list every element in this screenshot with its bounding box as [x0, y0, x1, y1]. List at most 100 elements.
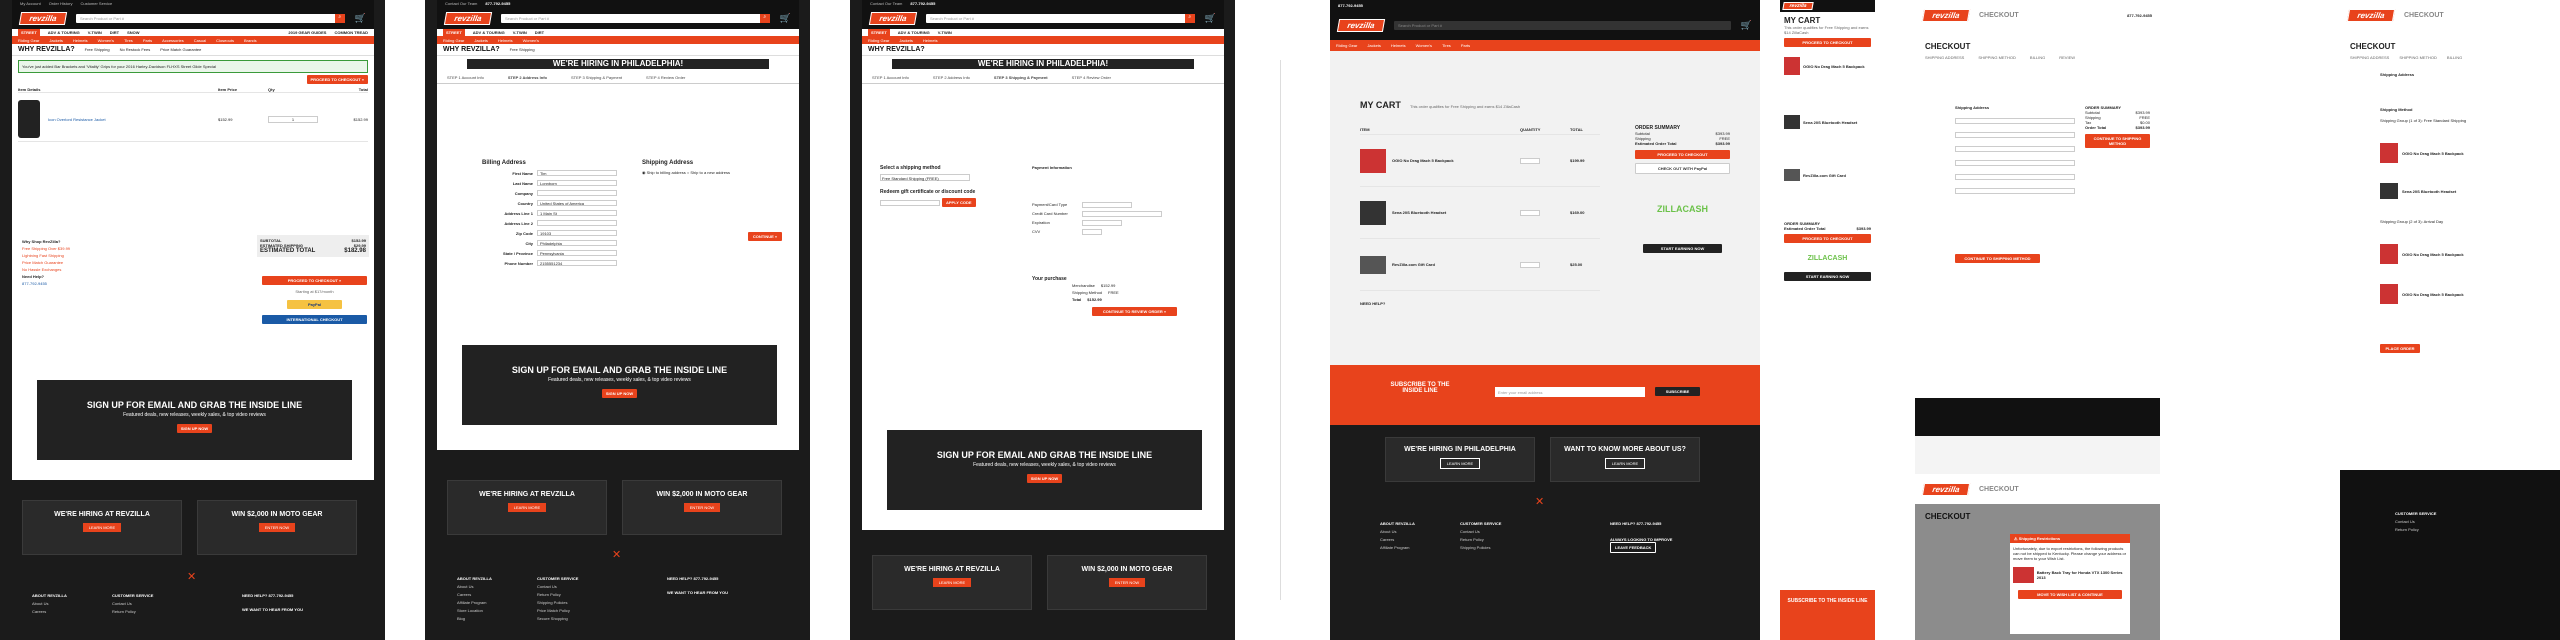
headset-image[interactable]: [1784, 115, 1800, 129]
search-input[interactable]: Search Product or Part #: [1394, 20, 1731, 30]
nav-dirt[interactable]: DIRT: [110, 30, 119, 35]
cat-parts[interactable]: Parts: [1461, 43, 1470, 48]
cat-tires[interactable]: Tires: [124, 38, 133, 43]
continue-shipping-method-button[interactable]: CONTINUE TO SHIPPING METHOD: [1955, 254, 2040, 263]
header-phone[interactable]: 877-792-9455: [2127, 13, 2152, 18]
field-input[interactable]: Philadelphia: [537, 240, 617, 246]
cat-jackets[interactable]: Jackets: [474, 38, 488, 43]
nav-vtwin[interactable]: V-TWIN: [938, 30, 952, 35]
footer-link[interactable]: Return Policy: [112, 608, 153, 616]
footer-link[interactable]: Affiliate Program: [1380, 544, 1415, 552]
footer-phone[interactable]: 877-792-9455: [693, 576, 718, 581]
field-input[interactable]: Pennsylvania: [537, 250, 617, 256]
cart-icon[interactable]: 🛒: [1205, 13, 1216, 24]
customer-service-link[interactable]: Customer Service: [80, 1, 112, 6]
field-input[interactable]: 2155551234: [537, 260, 617, 266]
subscribe-input[interactable]: Enter your email address: [1495, 387, 1645, 397]
form-input[interactable]: [1955, 174, 2075, 180]
footer-link[interactable]: About Us: [1380, 528, 1415, 536]
footer-link[interactable]: Contact Us: [1460, 528, 1501, 536]
field-input[interactable]: Tim: [537, 170, 617, 176]
cat-riding-gear[interactable]: Riding Gear: [18, 38, 39, 43]
nav-adv[interactable]: ADV & TOURING: [48, 30, 80, 35]
learn-more-button[interactable]: LEARN MORE: [1604, 458, 1646, 469]
help-phone[interactable]: 877-792-9455: [22, 280, 70, 287]
nav-adv[interactable]: ADV & TOURING: [473, 30, 505, 35]
backpack-image[interactable]: [1360, 148, 1386, 173]
cat-womens[interactable]: Women's: [1416, 43, 1432, 48]
qty-input[interactable]: [1520, 209, 1540, 216]
ship-new-radio[interactable]: Ship to a new address: [690, 170, 730, 175]
proceed-checkout-button[interactable]: PROCEED TO CHECKOUT: [1635, 150, 1730, 159]
learn-more-button[interactable]: LEARN MORE: [82, 523, 122, 532]
form-input[interactable]: [1955, 118, 2075, 124]
nav-adv[interactable]: ADV & TOURING: [898, 30, 930, 35]
cat-riding-gear[interactable]: Riding Gear: [443, 38, 464, 43]
nav-vtwin[interactable]: V-TWIN: [513, 30, 527, 35]
field-input[interactable]: [537, 190, 617, 196]
gift-card-image[interactable]: [1784, 169, 1800, 181]
item-name[interactable]: OGIO No Drag Mach 5 Backpack: [1803, 64, 1865, 69]
nav-common-tread[interactable]: COMMON TREAD: [334, 30, 368, 35]
revzilla-logo[interactable]: revzilla: [1921, 8, 1971, 22]
cat-helmets[interactable]: Helmets: [498, 38, 513, 43]
enter-now-button[interactable]: ENTER NOW: [683, 503, 721, 512]
learn-more-button[interactable]: LEARN MORE: [1439, 458, 1481, 469]
nav-street[interactable]: STREET: [443, 29, 465, 36]
jacket-image[interactable]: [18, 100, 40, 138]
footer-link[interactable]: Store Location: [457, 607, 492, 615]
revzilla-logo[interactable]: revzilla: [2346, 8, 2396, 22]
nav-street[interactable]: STREET: [18, 29, 40, 36]
expiration-input[interactable]: [1082, 219, 1122, 226]
footer-link[interactable]: Return Policy: [1460, 536, 1501, 544]
learn-more-button[interactable]: LEARN MORE: [932, 578, 972, 587]
footer-link[interactable]: Return Policy: [537, 591, 578, 599]
form-input[interactable]: [1955, 146, 2075, 152]
cat-brands[interactable]: Brands: [244, 38, 257, 43]
form-input[interactable]: [1955, 160, 2075, 166]
footer-link[interactable]: Careers: [457, 591, 492, 599]
footer-link[interactable]: About Us: [32, 600, 67, 608]
item-name[interactable]: RevZilla.com Gift Card: [1803, 173, 1846, 178]
footer-link[interactable]: Careers: [32, 608, 67, 616]
continue-shipping-method-button-side[interactable]: CONTINUE TO SHIPPING METHOD: [2085, 134, 2150, 148]
signup-button[interactable]: SIGN UP NOW: [601, 389, 638, 398]
field-input[interactable]: [537, 220, 617, 226]
cart-icon[interactable]: 🛒: [355, 13, 366, 24]
cat-parts[interactable]: Parts: [143, 38, 152, 43]
signup-button[interactable]: SIGN UP NOW: [176, 424, 213, 433]
footer-link[interactable]: Contact Us: [2395, 518, 2436, 526]
ship-method-select[interactable]: Free Standard Shipping (FREE): [880, 174, 970, 181]
footer-link[interactable]: Contact Us: [112, 600, 153, 608]
contact-link[interactable]: Contact Our Team: [445, 1, 477, 6]
cart-icon[interactable]: 🛒: [780, 13, 791, 24]
form-input[interactable]: [1955, 188, 2075, 194]
nav-vtwin[interactable]: V-TWIN: [88, 30, 102, 35]
footer-link[interactable]: Shipping Policies: [1460, 544, 1501, 552]
nav-dirt[interactable]: DIRT: [535, 30, 544, 35]
cat-tires[interactable]: Tires: [1442, 43, 1451, 48]
revzilla-logo[interactable]: revzilla: [868, 11, 918, 25]
redeem-input[interactable]: [880, 199, 940, 206]
phone-link[interactable]: 877-792-9455: [910, 1, 935, 6]
cat-helmets[interactable]: Helmets: [923, 38, 938, 43]
learn-more-button[interactable]: LEARN MORE: [507, 503, 547, 512]
field-input[interactable]: 19103: [537, 230, 617, 236]
footer-link[interactable]: About Us: [457, 583, 492, 591]
item-name[interactable]: Sena 20S Bluetooth Headset: [1803, 120, 1857, 125]
footer-link[interactable]: Shipping Policies: [537, 599, 578, 607]
phone-link[interactable]: 877-792-9455: [485, 1, 510, 6]
cat-accessories[interactable]: Accessories: [162, 38, 184, 43]
cat-jackets[interactable]: Jackets: [899, 38, 913, 43]
field-input[interactable]: 1 Main St: [537, 210, 617, 216]
phone-link[interactable]: 877-792-9455: [1338, 3, 1363, 8]
form-input[interactable]: [1955, 132, 2075, 138]
footer-link[interactable]: Return Policy: [2395, 526, 2436, 534]
apply-code-button[interactable]: APPLY CODE: [942, 198, 976, 207]
cat-riding-gear[interactable]: Riding Gear: [868, 38, 889, 43]
order-history-link[interactable]: Order History: [49, 1, 73, 6]
nav-street[interactable]: STREET: [868, 29, 890, 36]
subscribe-button[interactable]: SUBSCRIBE: [1655, 387, 1700, 396]
cat-casual[interactable]: Casual: [194, 38, 206, 43]
footer-phone[interactable]: 877-792-9455: [268, 593, 293, 598]
